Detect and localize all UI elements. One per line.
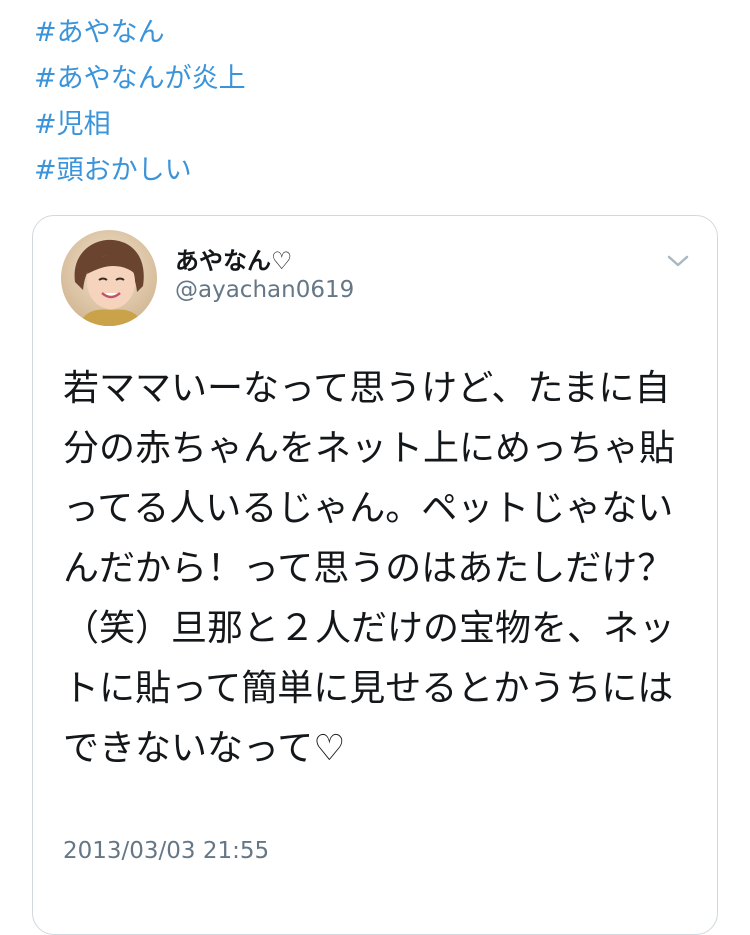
avatar-photo [61, 230, 157, 326]
chevron-down-icon[interactable] [663, 250, 693, 272]
hashtag-link[interactable]: #頭おかしい [34, 148, 246, 194]
display-name[interactable]: あやなん♡ [175, 241, 293, 276]
tweet-text: 若ママいーなって思うけど、たまに自分の赤ちゃんをネット上にめっちゃ貼ってる人いる… [63, 368, 676, 769]
hashtag-link[interactable]: #あやなんが炎上 [34, 56, 246, 102]
user-handle[interactable]: @ayachan0619 [175, 277, 354, 303]
hashtag-link[interactable]: #あやなん [34, 10, 246, 56]
hashtag-list: #あやなん #あやなんが炎上 #児相 #頭おかしい [34, 10, 246, 194]
avatar[interactable] [61, 230, 157, 326]
tweet-timestamp[interactable]: 2013/03/03 21:55 [63, 838, 269, 864]
hashtag-link[interactable]: #児相 [34, 102, 246, 148]
quoted-tweet-card[interactable]: あやなん♡ @ayachan0619 若ママいーなって思うけど、たまに自分の赤ち… [32, 215, 718, 935]
